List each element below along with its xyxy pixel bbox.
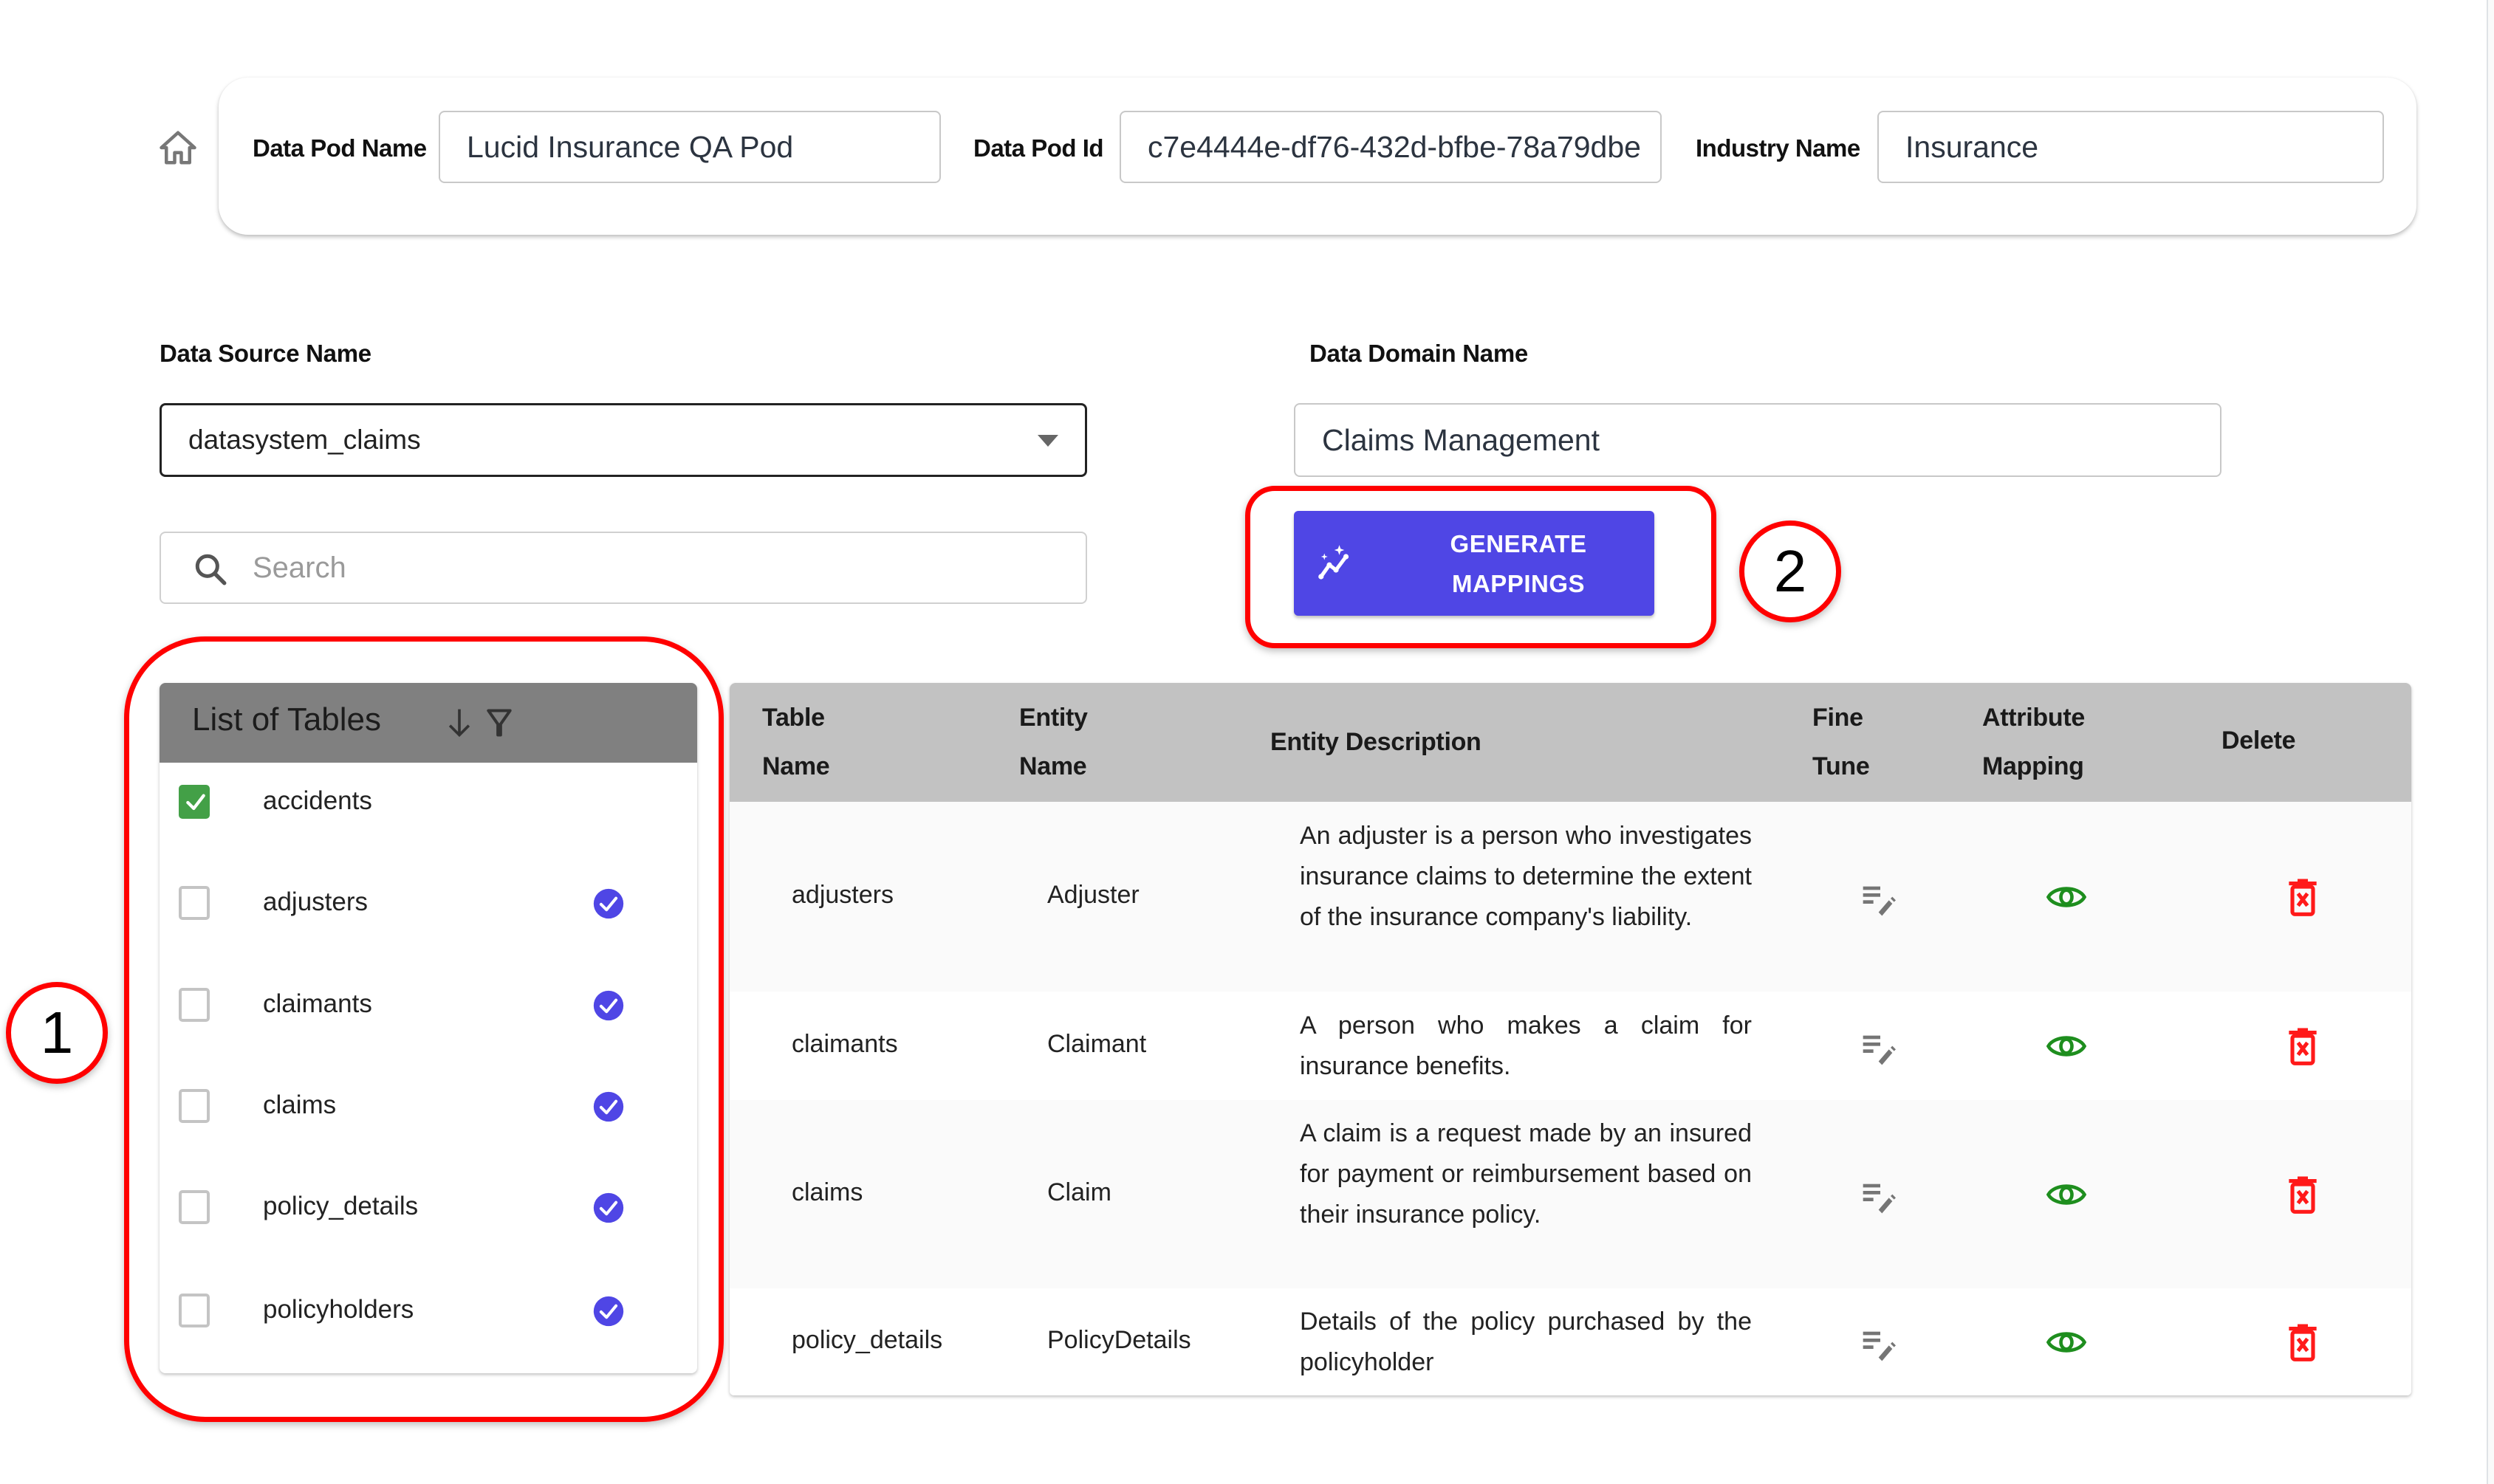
table-list-item[interactable]: claimants (160, 966, 697, 1040)
cell-entity-name: Adjuster (1047, 880, 1140, 909)
table-list-item-label: policy_details (263, 1192, 419, 1220)
mapped-check-circle-icon (593, 1192, 624, 1223)
dropdown-arrow-icon[interactable] (1038, 435, 1058, 447)
data-domain-field[interactable]: Claims Management (1294, 403, 2221, 477)
mapped-check-circle-icon (593, 1296, 624, 1327)
cell-entity-description: Details of the policy purchased by the p… (1300, 1307, 1752, 1376)
cell-entity-description: An adjuster is a person who investigates… (1300, 821, 1752, 931)
delete-trash-icon[interactable] (2282, 1174, 2323, 1215)
column-header-table-name[interactable]: Table Name (762, 693, 830, 791)
mapped-check-circle-icon (593, 990, 624, 1021)
search-placeholder: Search (253, 552, 346, 584)
table-list-item-label: accidents (263, 786, 372, 815)
data-domain-label: Data Domain Name (1309, 340, 1528, 367)
sort-arrow-down-icon[interactable] (446, 707, 473, 739)
ai-sparkle-chart-icon (1318, 545, 1349, 580)
view-attribute-mapping-eye-icon[interactable] (2046, 1174, 2087, 1215)
table-list-item[interactable]: policy_details (160, 1168, 697, 1242)
cell-entity-name: PolicyDetails (1047, 1325, 1191, 1354)
cell-table-name: claimants (792, 1029, 898, 1058)
data-pod-name-label: Data Pod Name (253, 134, 427, 162)
table-checkbox[interactable] (179, 1089, 210, 1123)
cell-table-name: policy_details (792, 1325, 943, 1354)
mapped-check-circle-icon (593, 1091, 624, 1122)
column-header-entity-name[interactable]: Entity Name (1019, 693, 1088, 791)
data-source-selected-value: datasystem_claims (188, 425, 421, 455)
cell-table-name: adjusters (792, 880, 894, 909)
fine-tune-edit-icon[interactable] (1860, 1027, 1901, 1068)
table-row: claimants Claimant A person who makes a cl… (730, 992, 2411, 1100)
fine-tune-edit-icon[interactable] (1860, 1175, 1901, 1217)
data-pod-id-field[interactable]: c7e4444e-df76-432d-bfbe-78a79dbe (1120, 111, 1662, 183)
table-checkbox[interactable] (179, 1294, 210, 1327)
data-source-label: Data Source Name (160, 340, 371, 367)
fine-tune-edit-icon[interactable] (1860, 878, 1901, 919)
table-search-input[interactable]: Search (160, 532, 1087, 604)
industry-name-label: Industry Name (1696, 134, 1860, 162)
search-icon (195, 554, 227, 585)
table-row: claims Claim A claim is a request made by … (730, 1100, 2411, 1288)
table-list-item[interactable]: accidents (160, 763, 697, 837)
cell-entity-description: A person who makes a claim for insurance… (1300, 1011, 1752, 1080)
cell-entity-description: A claim is a request made by an insured … (1300, 1119, 1752, 1229)
delete-trash-icon[interactable] (2282, 1322, 2323, 1363)
column-header-delete: Delete (2221, 726, 2296, 755)
fine-tune-edit-icon[interactable] (1860, 1323, 1901, 1364)
page-scrollbar[interactable] (2487, 0, 2494, 1484)
table-row: adjusters Adjuster An adjuster is a person… (730, 802, 2411, 992)
delete-trash-icon[interactable] (2282, 1026, 2323, 1067)
data-pod-id-label: Data Pod Id (973, 134, 1104, 162)
cell-entity-name: Claim (1047, 1178, 1111, 1206)
column-header-entity-description[interactable]: Entity Description (1270, 718, 1481, 766)
table-row: policy_details PolicyDetails Details of th… (730, 1288, 2411, 1395)
filter-icon[interactable] (484, 707, 514, 739)
annotation-marker-2: 2 (1739, 521, 1841, 622)
annotation-marker-1: 1 (6, 982, 108, 1084)
table-list-item[interactable]: claims (160, 1067, 697, 1141)
table-checkbox[interactable] (179, 1190, 210, 1224)
view-attribute-mapping-eye-icon[interactable] (2046, 876, 2087, 918)
table-checkbox[interactable] (179, 988, 210, 1022)
view-attribute-mapping-eye-icon[interactable] (2046, 1026, 2087, 1067)
industry-name-field[interactable]: Insurance (1877, 111, 2384, 183)
list-of-tables-panel: List of Tables accidents adjusters claiman… (160, 683, 697, 1373)
table-list-item[interactable]: adjusters (160, 864, 697, 938)
view-attribute-mapping-eye-icon[interactable] (2046, 1322, 2087, 1363)
cell-entity-name: Claimant (1047, 1029, 1147, 1058)
home-icon[interactable] (158, 127, 198, 168)
column-header-attribute-mapping[interactable]: Attribute Mapping (1982, 693, 2085, 791)
table-list-item-label: adjusters (263, 887, 369, 916)
checkmark-icon (186, 794, 205, 811)
entity-mapping-table: Table Name Entity Name Entity Description … (730, 683, 2411, 1395)
table-list-item-label: claimants (263, 989, 372, 1018)
generate-mappings-button[interactable]: GENERATE MAPPINGS (1294, 511, 1654, 616)
list-of-tables-header: List of Tables (160, 683, 697, 763)
generate-mappings-label: GENERATE MAPPINGS (1450, 530, 1587, 597)
table-header-row: Table Name Entity Name Entity Description … (730, 683, 2411, 802)
column-header-fine-tune[interactable]: Fine Tune (1812, 693, 1870, 791)
mapped-check-circle-icon (593, 888, 624, 919)
delete-trash-icon[interactable] (2282, 876, 2323, 918)
data-pod-name-field[interactable]: Lucid Insurance QA Pod (439, 111, 941, 183)
table-list-item-label: policyholders (263, 1295, 414, 1324)
table-list-item-label: claims (263, 1090, 337, 1119)
cell-table-name: claims (792, 1178, 863, 1206)
table-checkbox[interactable] (179, 785, 210, 819)
table-list-item[interactable]: policyholders (160, 1271, 697, 1345)
table-checkbox[interactable] (179, 886, 210, 920)
data-source-select[interactable]: datasystem_claims (160, 403, 1087, 477)
list-of-tables-title: List of Tables (192, 701, 382, 738)
